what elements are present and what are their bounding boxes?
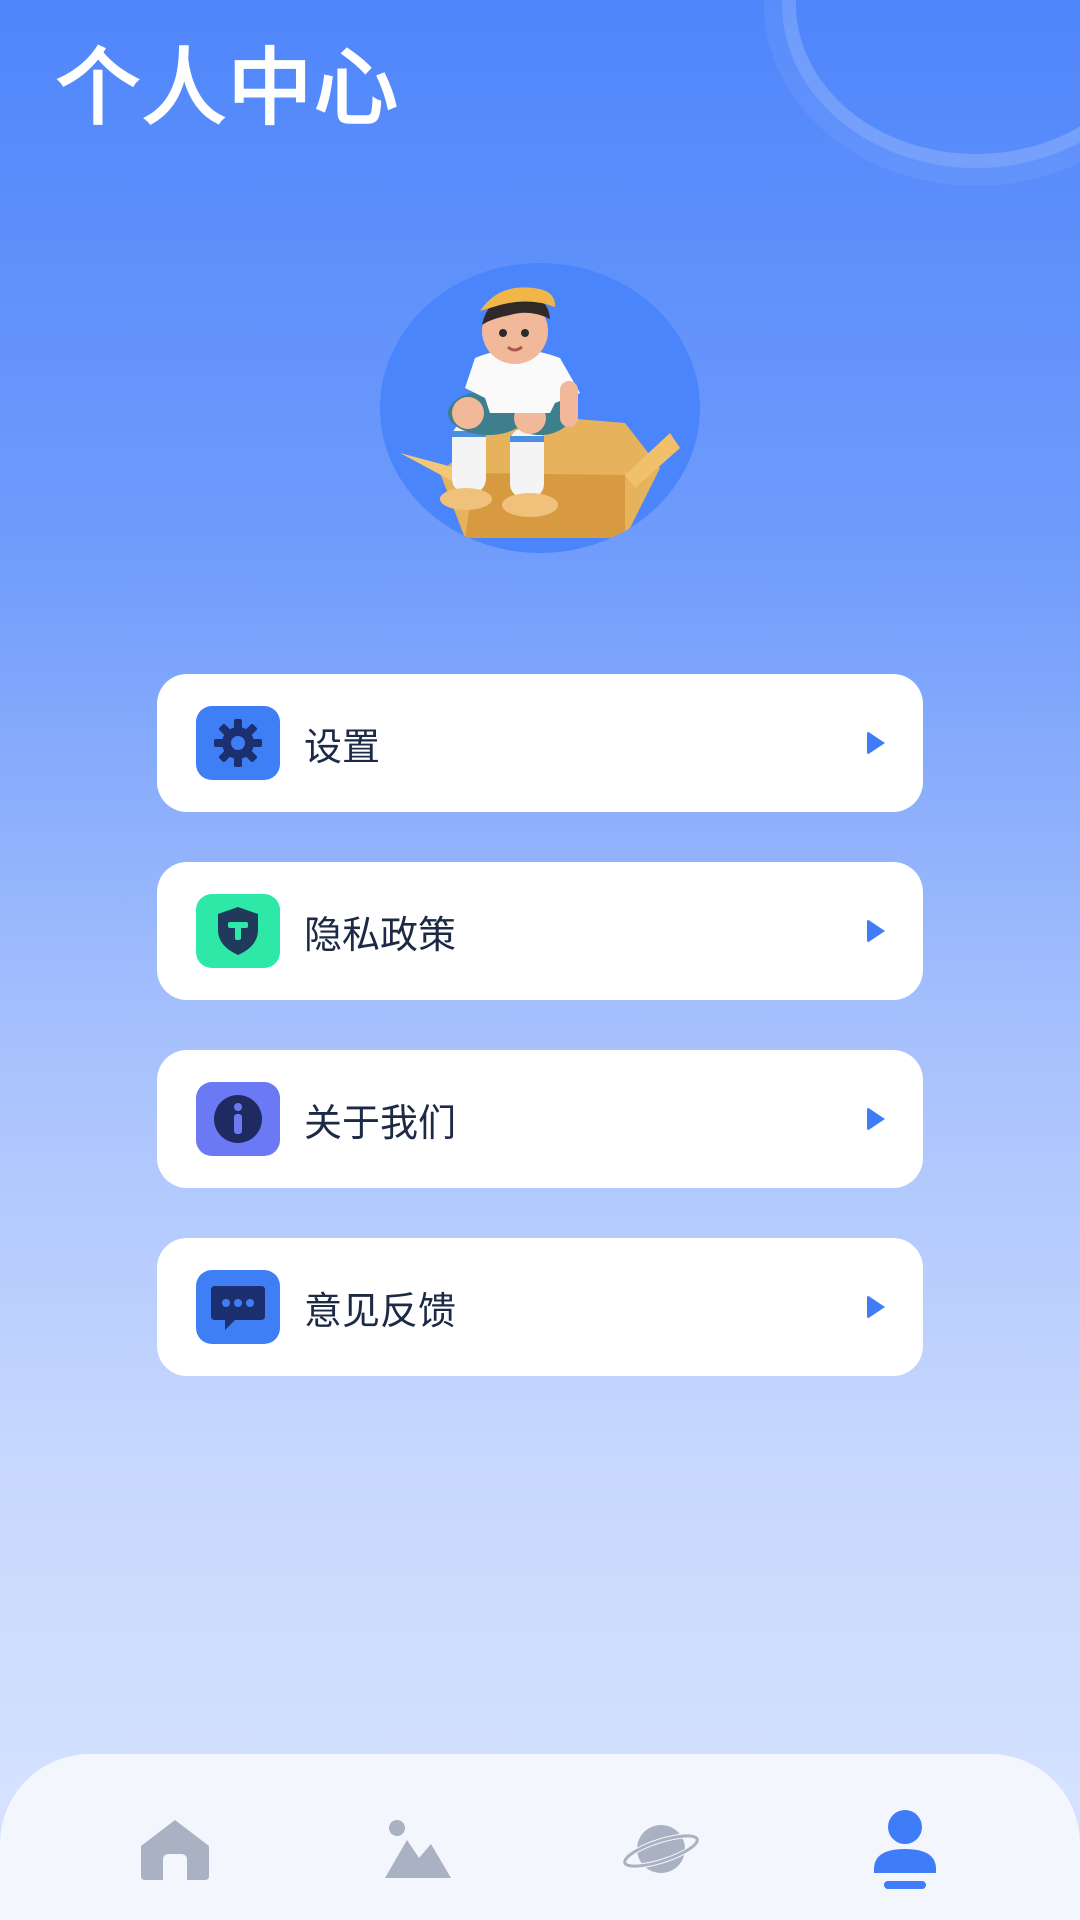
chevron-right-icon — [867, 1107, 885, 1131]
settings-menu-item[interactable]: 设置 — [157, 674, 923, 812]
info-icon — [214, 1095, 262, 1143]
feedback-label: 意见反馈 — [304, 1288, 457, 1333]
gear-icon — [214, 719, 262, 767]
feedback-menu-item[interactable]: 意见反馈 — [157, 1238, 923, 1376]
privacy-policy-menu-item[interactable]: 隐私政策 — [157, 862, 923, 1000]
settings-icon-box — [196, 706, 280, 780]
tab-home[interactable] — [130, 1804, 220, 1894]
page-title: 个人中心 — [56, 39, 401, 137]
decorative-ring — [782, 0, 1080, 168]
chat-bubble-icon — [211, 1286, 265, 1330]
chevron-right-icon — [867, 1295, 885, 1319]
about-us-label: 关于我们 — [304, 1100, 457, 1145]
tab-gallery[interactable] — [373, 1804, 463, 1894]
home-icon — [141, 1820, 209, 1880]
tab-profile[interactable] — [860, 1804, 950, 1894]
feedback-icon-box — [196, 1270, 280, 1344]
bottom-tab-bar — [0, 1754, 1080, 1920]
about-icon-box — [196, 1082, 280, 1156]
planet-icon — [622, 1825, 700, 1873]
about-us-menu-item[interactable]: 关于我们 — [157, 1050, 923, 1188]
picture-icon — [385, 1820, 451, 1878]
boy-in-box-avatar-icon — [400, 287, 680, 538]
user-icon — [874, 1810, 936, 1889]
shield-icon — [218, 907, 258, 955]
chevron-right-icon — [867, 919, 885, 943]
settings-label: 设置 — [304, 724, 381, 769]
profile-screen: 个人中心 设置 隐私政策 关于我们 意见反馈 — [0, 0, 1080, 1920]
avatar[interactable] — [380, 263, 700, 553]
privacy-icon-box — [196, 894, 280, 968]
tab-explore[interactable] — [616, 1804, 706, 1894]
privacy-policy-label: 隐私政策 — [304, 912, 457, 957]
chevron-right-icon — [867, 731, 885, 755]
